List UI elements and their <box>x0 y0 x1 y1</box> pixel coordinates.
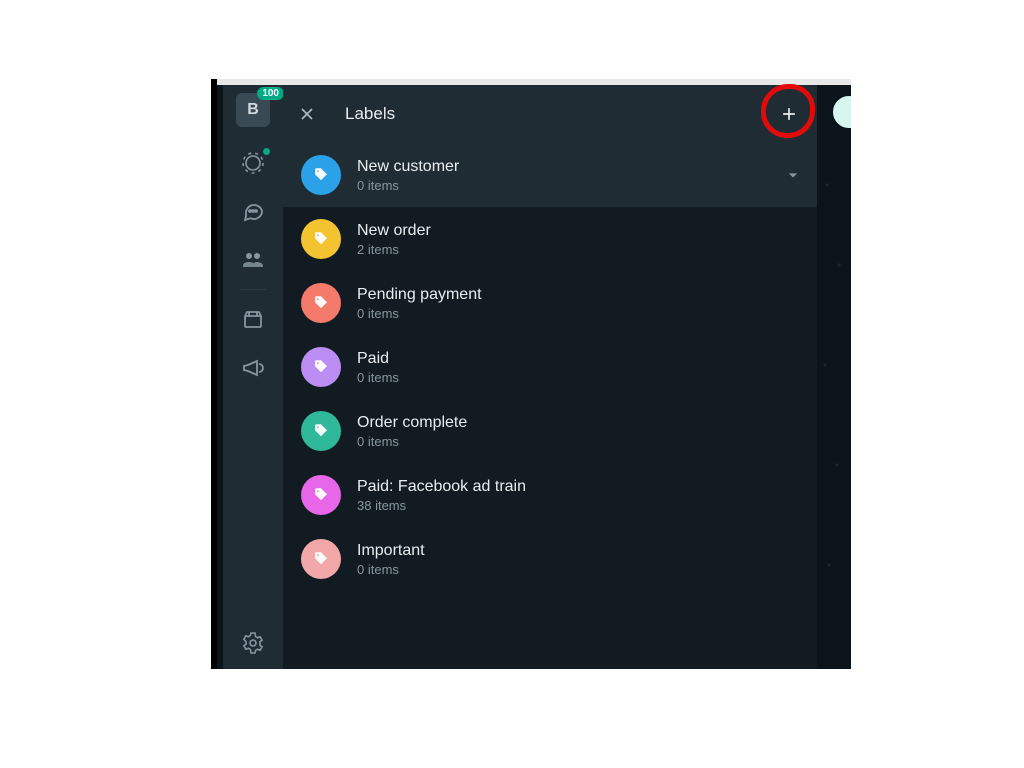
label-item[interactable]: Paid0 items <box>283 335 823 399</box>
tag-icon <box>301 219 341 259</box>
label-texts: Pending payment0 items <box>357 285 803 322</box>
label-texts: Important0 items <box>357 541 803 578</box>
app-logo[interactable]: B 100 <box>236 93 270 127</box>
label-texts: Paid0 items <box>357 349 803 386</box>
close-button[interactable] <box>295 102 319 126</box>
label-name: New customer <box>357 157 767 177</box>
chat-area-sliver <box>817 85 851 669</box>
label-name: Pending payment <box>357 285 803 305</box>
label-texts: New customer0 items <box>357 157 767 194</box>
label-subtitle: 0 items <box>357 177 767 194</box>
label-name: Order complete <box>357 413 803 433</box>
label-name: Paid <box>357 349 803 369</box>
announce-icon[interactable] <box>241 356 265 380</box>
label-texts: Paid: Facebook ad train38 items <box>357 477 803 514</box>
label-subtitle: 0 items <box>357 305 803 322</box>
label-texts: New order2 items <box>357 221 803 258</box>
communities-icon[interactable] <box>241 247 265 271</box>
add-label-button[interactable] <box>771 96 807 132</box>
label-subtitle: 38 items <box>357 497 803 514</box>
status-icon[interactable] <box>241 151 265 175</box>
label-item[interactable]: Order complete0 items <box>283 399 823 463</box>
label-item[interactable]: Important0 items <box>283 527 823 591</box>
chat-background <box>817 145 851 669</box>
label-name: Important <box>357 541 803 561</box>
nav-rail: B 100 <box>223 85 283 669</box>
nav-divider <box>240 289 266 290</box>
label-list: New customer0 itemsNew order2 itemsPendi… <box>283 143 823 669</box>
label-subtitle: 0 items <box>357 433 803 450</box>
chat-icon[interactable] <box>241 199 265 223</box>
panel-title: Labels <box>345 104 395 124</box>
label-item[interactable]: New customer0 items <box>283 143 823 207</box>
tag-icon <box>301 283 341 323</box>
label-item[interactable]: Paid: Facebook ad train38 items <box>283 463 823 527</box>
label-subtitle: 0 items <box>357 369 803 386</box>
settings-icon[interactable] <box>241 631 265 655</box>
app-window: B 100 Labels <box>211 79 851 669</box>
label-item[interactable]: New order2 items <box>283 207 823 271</box>
label-subtitle: 2 items <box>357 241 803 258</box>
labels-panel: Labels New customer0 itemsNew order2 ite… <box>283 85 823 669</box>
tag-icon <box>301 411 341 451</box>
tag-icon <box>301 539 341 579</box>
chevron-down-icon[interactable] <box>783 165 803 185</box>
contact-avatar[interactable] <box>832 95 851 129</box>
label-name: New order <box>357 221 803 241</box>
panel-header: Labels <box>283 85 823 143</box>
label-item[interactable]: Pending payment0 items <box>283 271 823 335</box>
label-name: Paid: Facebook ad train <box>357 477 803 497</box>
unread-badge: 100 <box>257 87 284 100</box>
tag-icon <box>301 347 341 387</box>
label-subtitle: 0 items <box>357 561 803 578</box>
status-dot <box>263 148 270 155</box>
label-texts: Order complete0 items <box>357 413 803 450</box>
catalog-icon[interactable] <box>241 308 265 332</box>
tag-icon <box>301 155 341 195</box>
tag-icon <box>301 475 341 515</box>
